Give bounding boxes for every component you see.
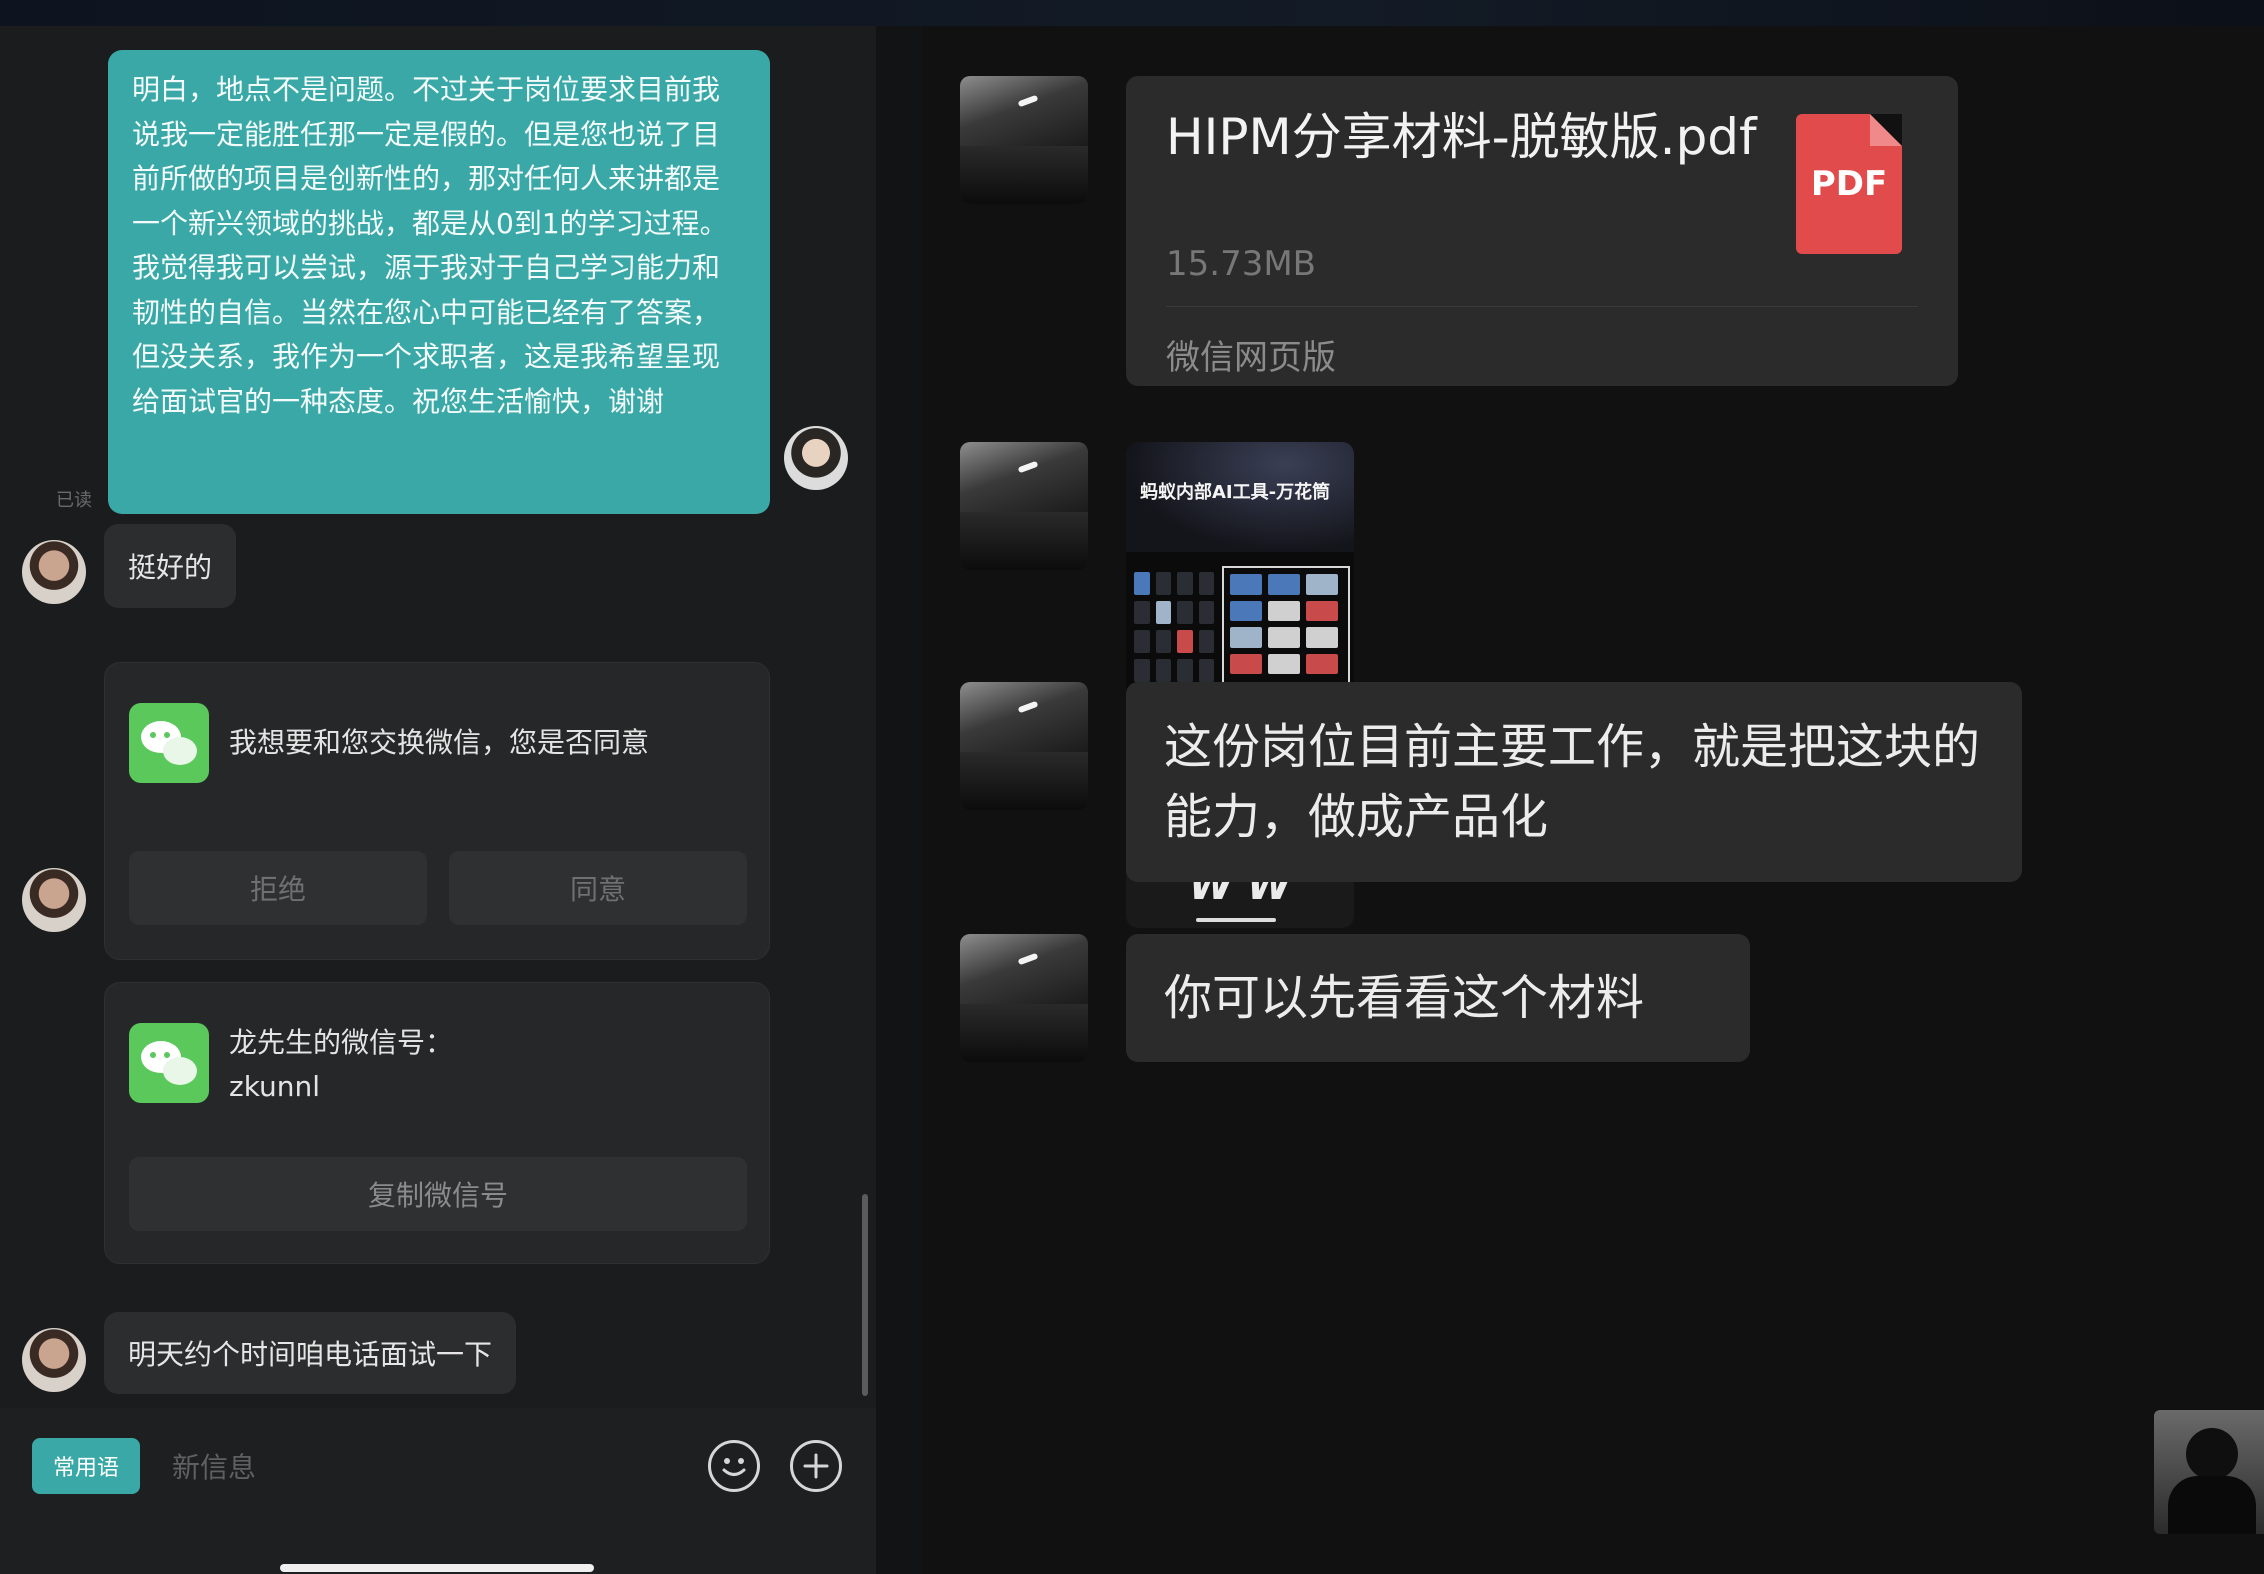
read-status: 已读 — [56, 490, 92, 511]
panel-divider — [876, 26, 922, 1574]
home-indicator — [280, 1564, 594, 1572]
wechat-icon — [129, 1023, 209, 1103]
wechat-id-value: zkunnl — [229, 1070, 321, 1103]
recruiter-avatar[interactable] — [22, 540, 86, 604]
contact-message-bubble: 你可以先看看这个材料 — [1126, 934, 1750, 1062]
contact-avatar[interactable] — [960, 442, 1088, 570]
divider — [1166, 306, 1918, 307]
wechat-request-text: 我想要和您交换微信，您是否同意 — [229, 726, 650, 759]
image-title: 蚂蚁内部AI工具-万花筒 — [1140, 482, 1331, 503]
avatar-image — [22, 1328, 86, 1392]
file-size: 15.73MB — [1166, 244, 1316, 284]
plus-icon[interactable] — [790, 1440, 842, 1492]
file-message[interactable]: HIPM分享材料-脱敏版.pdf 15.73MB 微信网页版 PDF — [1126, 76, 1958, 386]
copy-wechat-id-button[interactable]: 复制微信号 — [129, 1157, 747, 1231]
message-input[interactable] — [170, 1432, 674, 1502]
image-grid-left — [1134, 572, 1214, 682]
my-avatar[interactable] — [2154, 1410, 2264, 1534]
pdf-icon: PDF — [1796, 114, 1902, 254]
wechat-id-card: 龙先生的微信号： zkunnl 复制微信号 — [104, 982, 770, 1264]
accept-button[interactable]: 同意 — [449, 851, 747, 925]
reject-button[interactable]: 拒绝 — [129, 851, 427, 925]
common-phrases-button[interactable]: 常用语 — [32, 1438, 140, 1494]
wechat-id-label: 龙先生的微信号： — [229, 1026, 454, 1059]
wechat-icon — [129, 703, 209, 783]
wechat-exchange-card: 我想要和您交换微信，您是否同意 拒绝 同意 — [104, 662, 770, 960]
avatar-image — [22, 540, 86, 604]
top-bar — [0, 0, 2264, 26]
recruiter-avatar[interactable] — [22, 868, 86, 932]
avatar-image — [22, 868, 86, 932]
left-chat-panel: 明白，地点不是问题。不过关于岗位要求目前我说我一定能胜任那一定是假的。但是您也说… — [0, 26, 876, 1574]
avatar-image — [784, 426, 848, 490]
my-message-bubble: 明白，地点不是问题。不过关于岗位要求目前我说我一定能胜任那一定是假的。但是您也说… — [108, 50, 770, 514]
contact-avatar[interactable] — [960, 76, 1088, 204]
my-avatar[interactable] — [784, 426, 848, 490]
file-name: HIPM分享材料-脱敏版.pdf — [1166, 108, 1757, 166]
scrollbar[interactable] — [862, 1194, 868, 1396]
contact-message-bubble: 这份岗位目前主要工作，就是把这块的能力，做成产品化 — [1126, 682, 2022, 882]
image-grid-icons — [1230, 574, 1338, 674]
contact-avatar[interactable] — [960, 682, 1088, 810]
recruiter-message-bubble: 挺好的 — [104, 524, 237, 608]
contact-avatar[interactable] — [960, 934, 1088, 1062]
emoji-icon[interactable] — [708, 1440, 760, 1492]
recruiter-message-bubble: 明天约个时间咱电话面试一下 — [104, 1312, 517, 1394]
right-chat-panel: HIPM分享材料-脱敏版.pdf 15.73MB 微信网页版 PDF 蚂蚁内部A… — [922, 26, 2264, 1574]
input-bar: 常用语 — [0, 1408, 876, 1574]
recruiter-avatar[interactable] — [22, 1328, 86, 1392]
file-source: 微信网页版 — [1166, 338, 1336, 378]
